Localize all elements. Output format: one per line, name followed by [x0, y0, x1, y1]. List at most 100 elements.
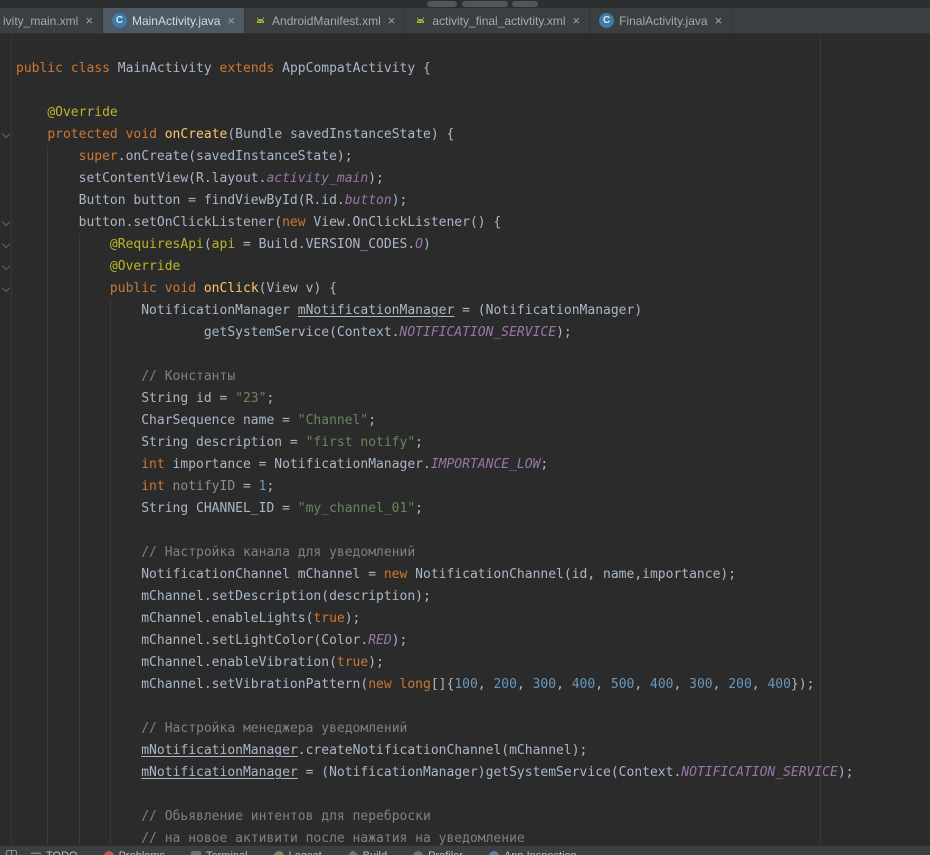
code-line[interactable]: [16, 344, 930, 366]
code-token: long: [400, 677, 431, 692]
code-line[interactable]: // Обьявление интентов для переброски: [16, 806, 930, 828]
problems-icon: [104, 851, 114, 855]
tab-close-icon[interactable]: ×: [573, 14, 581, 27]
code-token: "23": [235, 391, 266, 406]
code-token: 200: [728, 677, 751, 692]
code-token: AppCompatActivity {: [274, 61, 431, 76]
editor-tab[interactable]: CFinalActivity.java×: [590, 8, 732, 33]
code-token: // Настройка канала для уведомлений: [141, 545, 415, 560]
statusbar-item[interactable]: Terminal: [191, 850, 248, 855]
code-line[interactable]: mChannel.enableLights(true);: [16, 608, 930, 630]
editor-tab[interactable]: ivity_main.xml×: [0, 8, 103, 33]
code-line[interactable]: mNotificationManager.createNotificationC…: [16, 740, 930, 762]
code-line[interactable]: int importance = NotificationManager.IMP…: [16, 454, 930, 476]
code-token: "first notify": [306, 435, 416, 450]
statusbar-item[interactable]: TODO: [31, 850, 78, 855]
code-line[interactable]: button.setOnClickListener(new View.OnCli…: [16, 212, 930, 234]
code-line[interactable]: mChannel.setVibrationPattern(new long[]{…: [16, 674, 930, 696]
code-token: true: [313, 611, 344, 626]
code-line[interactable]: [16, 784, 930, 806]
code-token: );: [556, 325, 572, 340]
tool-window-stripe-icon[interactable]: [6, 850, 17, 855]
code-line[interactable]: NotificationChannel mChannel = new Notif…: [16, 564, 930, 586]
titlebar-widget[interactable]: [427, 1, 457, 7]
terminal-icon: [191, 851, 201, 855]
code-line[interactable]: [16, 80, 930, 102]
tab-label: MainActivity.java: [132, 14, 220, 28]
code-token: String id =: [16, 391, 235, 406]
code-token: ;: [415, 435, 423, 450]
tab-close-icon[interactable]: ×: [85, 14, 93, 27]
code-token: mChannel.setLightColor(Color.: [16, 633, 368, 648]
code-token: notifyID: [173, 479, 236, 494]
statusbar-item[interactable]: App Inspection: [489, 850, 577, 855]
code-line[interactable]: // Настройка менеджера уведомлений: [16, 718, 930, 740]
code-line[interactable]: // Настройка канала для уведомлений: [16, 542, 930, 564]
code-line[interactable]: protected void onCreate(Bundle savedInst…: [16, 124, 930, 146]
code-line[interactable]: getSystemService(Context.NOTIFICATION_SE…: [16, 322, 930, 344]
fold-chevron-icon[interactable]: [2, 284, 10, 292]
code-token: IMPORTANCE_LOW: [431, 457, 541, 472]
code-token: setContentView(R.layout.: [16, 171, 266, 186]
code-line[interactable]: mNotificationManager = (NotificationMana…: [16, 762, 930, 784]
code-line[interactable]: NotificationManager mNotificationManager…: [16, 300, 930, 322]
code-line[interactable]: // на новое активити после нажатия на ув…: [16, 828, 930, 845]
editor-tab[interactable]: CMainActivity.java×: [103, 8, 245, 33]
titlebar-widget[interactable]: [512, 1, 538, 7]
code-line[interactable]: String id = "23";: [16, 388, 930, 410]
code-token: RED: [368, 633, 391, 648]
code-token: "my_channel_01": [298, 501, 415, 516]
tab-close-icon[interactable]: ×: [715, 14, 723, 27]
code-token: );: [368, 171, 384, 186]
statusbar-item[interactable]: Problems: [104, 850, 165, 855]
code-line[interactable]: int notifyID = 1;: [16, 476, 930, 498]
code-token: protected: [47, 127, 117, 142]
fold-chevron-icon[interactable]: [2, 240, 10, 248]
fold-chevron-icon[interactable]: [2, 218, 10, 226]
code-line[interactable]: String CHANNEL_ID = "my_channel_01";: [16, 498, 930, 520]
tab-close-icon[interactable]: ×: [388, 14, 396, 27]
code-line[interactable]: @RequiresApi(api = Build.VERSION_CODES.O…: [16, 234, 930, 256]
code-line[interactable]: // Константы: [16, 366, 930, 388]
editor-tab[interactable]: activity_final_activtity.xml ×: [405, 8, 590, 33]
code-token: NotificationChannel mChannel =: [16, 567, 384, 582]
statusbar-item[interactable]: Build: [348, 850, 387, 855]
code-line[interactable]: mChannel.setDescription(description);: [16, 586, 930, 608]
code-line[interactable]: @Override: [16, 256, 930, 278]
code-token: mNotificationManager: [141, 743, 298, 758]
code-line[interactable]: String description = "first notify";: [16, 432, 930, 454]
code-line[interactable]: public void onClick(View v) {: [16, 278, 930, 300]
tab-label: activity_final_activtity.xml: [432, 14, 565, 28]
code-editor[interactable]: public class MainActivity extends AppCom…: [0, 34, 930, 845]
code-token: = (NotificationManager)getSystemService(…: [298, 765, 682, 780]
code-lines[interactable]: public class MainActivity extends AppCom…: [0, 34, 930, 845]
code-line[interactable]: Button button = findViewById(R.id.button…: [16, 190, 930, 212]
fold-chevron-icon[interactable]: [2, 130, 10, 138]
code-line[interactable]: mChannel.enableVibration(true);: [16, 652, 930, 674]
editor-tab[interactable]: AndroidManifest.xml×: [245, 8, 405, 33]
code-line[interactable]: mChannel.setLightColor(Color.RED);: [16, 630, 930, 652]
code-line[interactable]: CharSequence name = "Channel";: [16, 410, 930, 432]
code-line[interactable]: setContentView(R.layout.activity_main);: [16, 168, 930, 190]
code-token: getSystemService(Context.: [16, 325, 400, 340]
code-token: [16, 721, 141, 736]
code-line[interactable]: [16, 696, 930, 718]
statusbar-item[interactable]: Profiler: [413, 850, 463, 855]
code-line[interactable]: public class MainActivity extends AppCom…: [16, 58, 930, 80]
code-token: NOTIFICATION_SERVICE: [400, 325, 557, 340]
code-token: 400: [572, 677, 595, 692]
code-token: (Bundle savedInstanceState) {: [227, 127, 454, 142]
code-token: class: [71, 61, 110, 76]
code-token: public: [110, 281, 157, 296]
code-line[interactable]: @Override: [16, 102, 930, 124]
code-token: int: [141, 479, 164, 494]
code-line[interactable]: super.onCreate(savedInstanceState);: [16, 146, 930, 168]
code-token: ;: [540, 457, 548, 472]
fold-chevron-icon[interactable]: [2, 262, 10, 270]
code-line[interactable]: [16, 520, 930, 542]
code-token: 200: [493, 677, 516, 692]
titlebar-widget[interactable]: [462, 1, 508, 7]
code-token: [16, 237, 110, 252]
statusbar-item[interactable]: Logcat: [274, 850, 322, 855]
tab-close-icon[interactable]: ×: [227, 14, 235, 27]
